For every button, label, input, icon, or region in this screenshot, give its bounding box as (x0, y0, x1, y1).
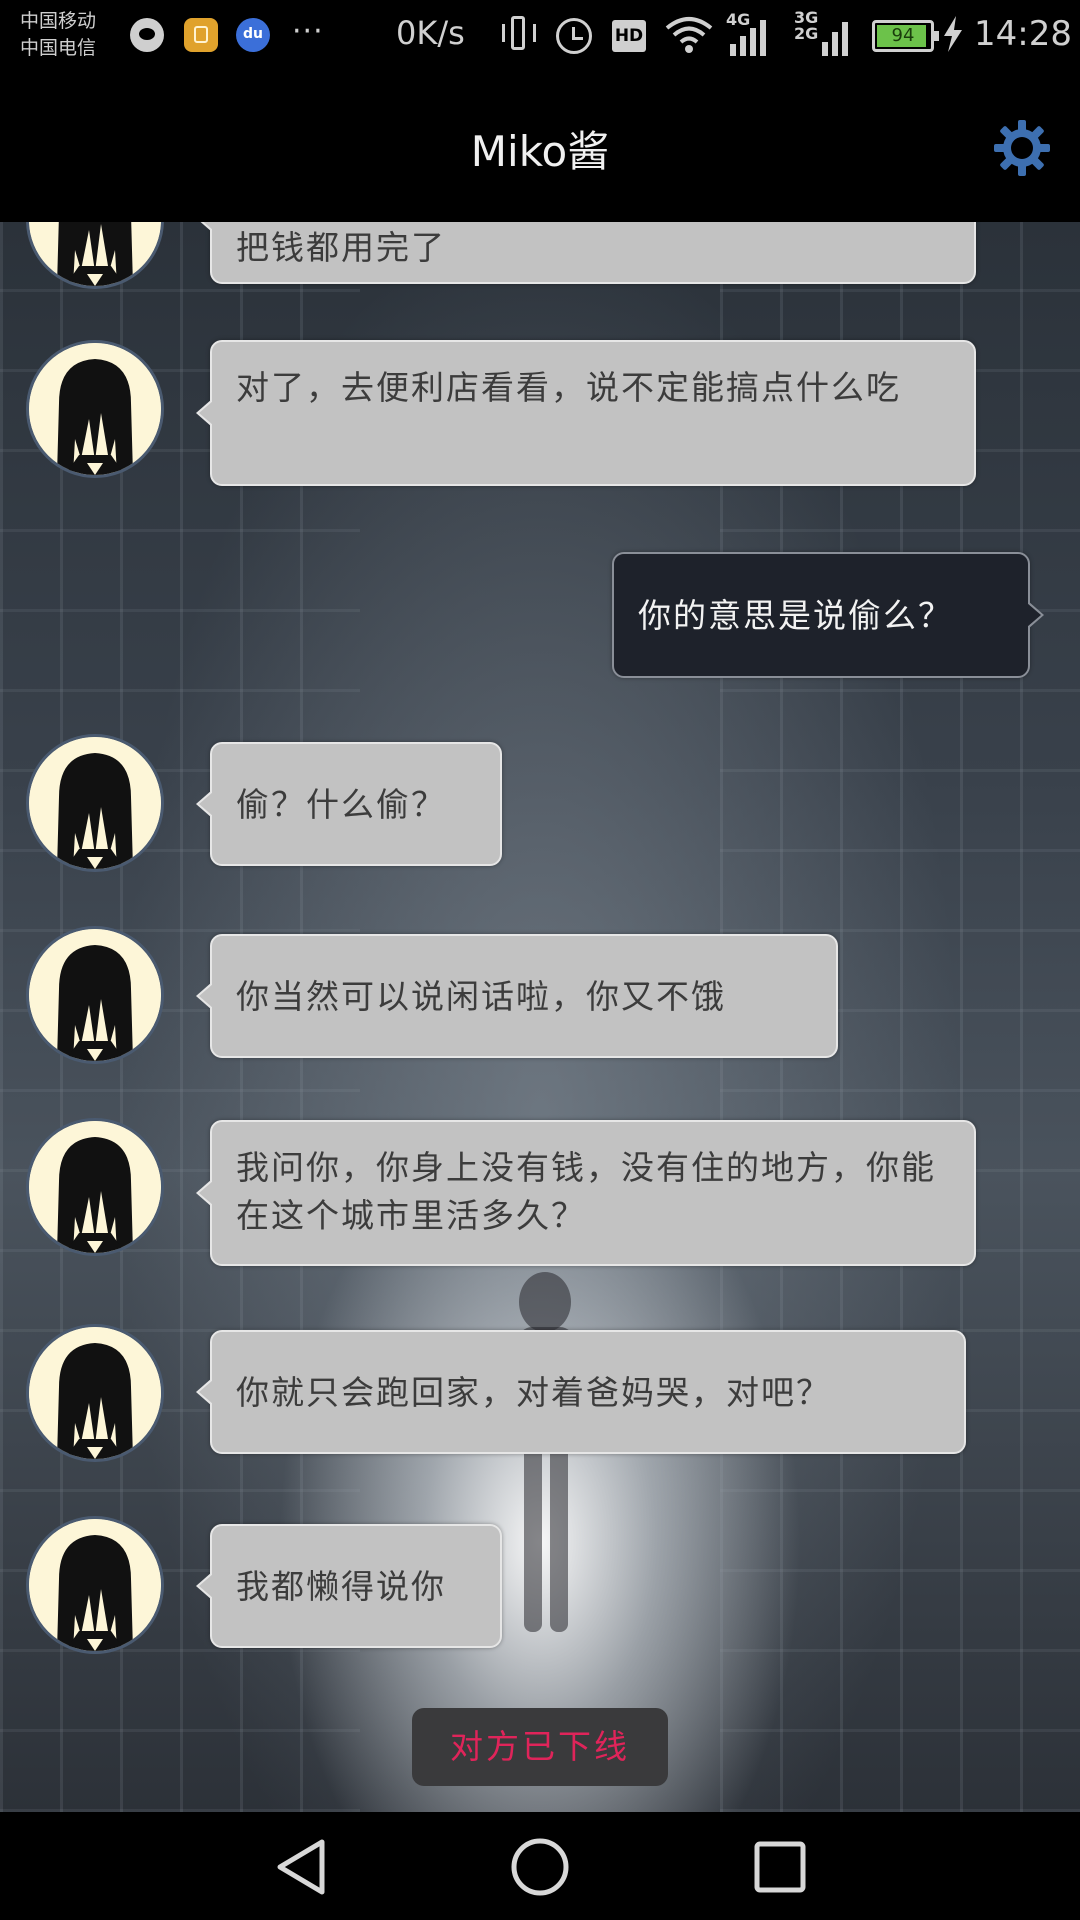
message-bubble[interactable]: 我问你，你身上没有钱，没有住的地方，你能在这个城市里活多久？ (196, 1120, 976, 1266)
page-title: Miko酱 (470, 127, 610, 176)
message-row: 你的意思是说偷么？ (0, 552, 1080, 678)
clock: 14:28 (974, 14, 1072, 54)
battery-icon: 94 (872, 20, 939, 52)
message-row: 对了，去便利店看看，说不定能搞点什么吃 (0, 340, 1080, 490)
offline-status-notice: 对方已下线 (412, 1708, 668, 1786)
back-triangle-icon[interactable] (266, 1832, 336, 1902)
my-message-bubble[interactable]: 你的意思是说偷么？ (612, 552, 1044, 678)
signal-3g-label: 3G 2G (794, 8, 819, 43)
carrier-info: 中国移动 中国电信 (20, 8, 96, 62)
avatar[interactable] (26, 926, 164, 1064)
title-bar: Miko酱 (0, 72, 1080, 222)
chat-notification-icon (130, 18, 164, 52)
battery-level: 94 (891, 25, 915, 46)
hd-icon: HD (612, 20, 646, 52)
baidu-notification-icon (236, 18, 270, 52)
chat-screen: 中国移动 中国电信 ··· 0K/s HD 4G 3G 2G (0, 0, 1080, 1920)
avatar[interactable] (26, 1324, 164, 1462)
avatar[interactable] (26, 734, 164, 872)
wallet-notification-icon (184, 18, 218, 52)
carrier-1: 中国移动 (20, 10, 97, 32)
avatar[interactable] (26, 222, 164, 289)
avatar[interactable] (26, 1118, 164, 1256)
message-bubble[interactable]: 你就只会跑回家，对着爸妈哭，对吧？ (196, 1330, 966, 1454)
message-bubble[interactable]: 你当然可以说闲话啦，你又不饿 (196, 934, 838, 1058)
carrier-2: 中国电信 (20, 37, 97, 59)
charging-icon (942, 16, 964, 61)
status-bar: 中国移动 中国电信 ··· 0K/s HD 4G 3G 2G (0, 0, 1080, 72)
signal-4g-icon: 4G (726, 10, 776, 56)
message-row: 我问你，你身上没有钱，没有住的地方，你能在这个城市里活多久？ (0, 1118, 1080, 1268)
chat-area[interactable]: 把钱都用完了 对了，去便利店看看，说不定能搞点什么吃 你的意思是说偷么？ 偷？什… (0, 222, 1080, 1812)
message-row: 你就只会跑回家，对着爸妈哭，对吧？ (0, 1324, 1080, 1464)
message-row: 偷？什么偷？ (0, 734, 1080, 874)
signal-3g-icon: 3G 2G (794, 8, 848, 56)
message-row: 把钱都用完了 (0, 222, 1080, 292)
more-notifications-icon: ··· (292, 14, 324, 49)
network-speed: 0K/s (396, 14, 465, 52)
wifi-icon (664, 14, 714, 54)
alarm-icon (556, 18, 592, 54)
message-bubble[interactable]: 对了，去便利店看看，说不定能搞点什么吃 (196, 340, 976, 486)
recent-square-icon[interactable] (745, 1832, 815, 1902)
message-bubble[interactable]: 我都懒得说你 (196, 1524, 502, 1648)
message-row: 你当然可以说闲话啦，你又不饿 (0, 926, 1080, 1066)
navigation-bar (0, 1812, 1080, 1920)
signal-4g-label: 4G (726, 10, 751, 29)
message-bubble[interactable]: 把钱都用完了 (196, 222, 976, 284)
home-circle-icon[interactable] (505, 1832, 575, 1902)
message-bubble[interactable]: 偷？什么偷？ (196, 742, 502, 866)
avatar[interactable] (26, 1516, 164, 1654)
gear-icon[interactable] (992, 118, 1052, 178)
vibrate-icon (502, 14, 536, 54)
message-row: 我都懒得说你 (0, 1516, 1080, 1656)
avatar[interactable] (26, 340, 164, 478)
